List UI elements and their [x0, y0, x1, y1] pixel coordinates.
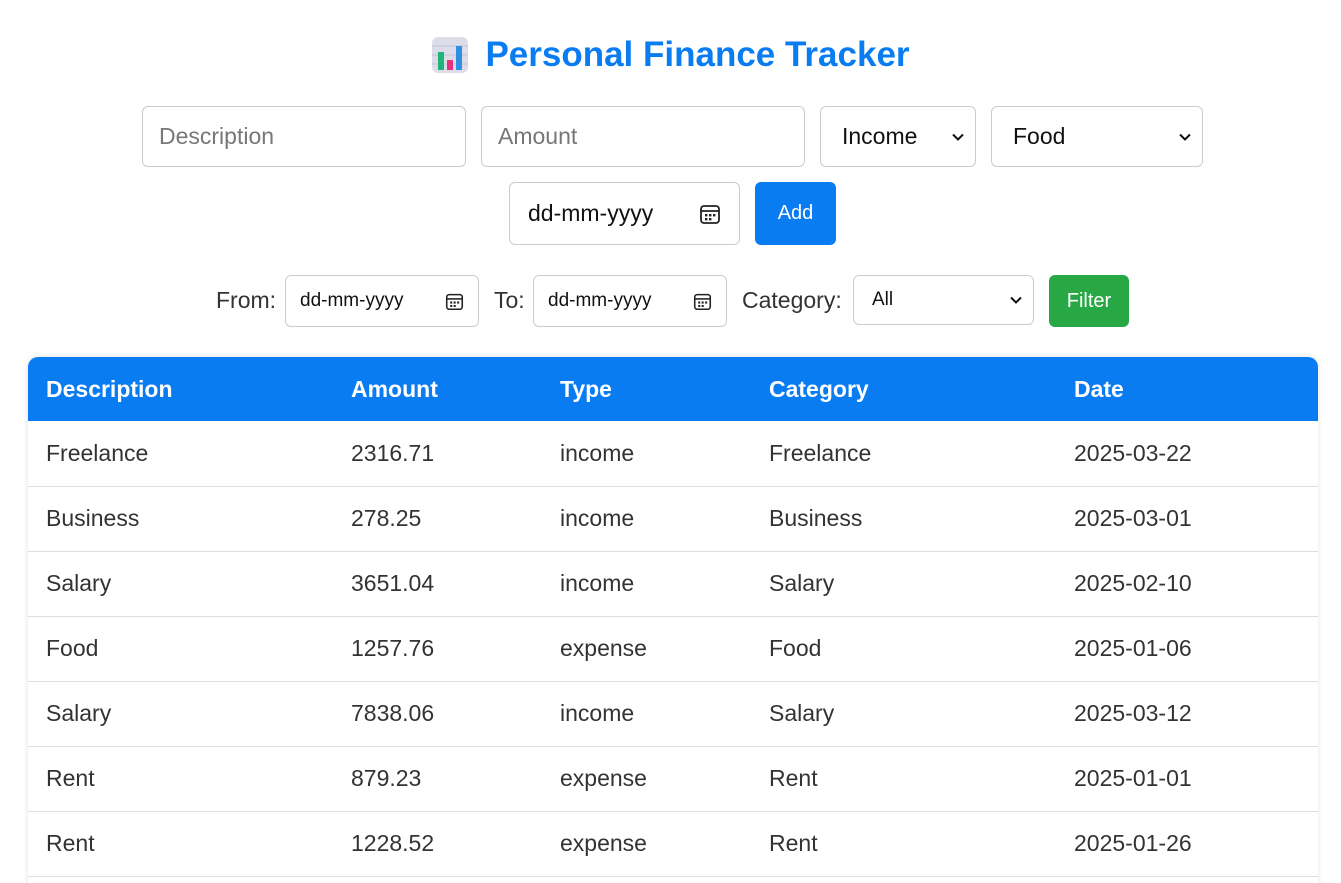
- table-row: Food 1257.76 expense Food 2025-01-06: [28, 616, 1318, 681]
- category-cell: Food: [769, 635, 822, 661]
- description-cell: Freelance: [46, 439, 149, 466]
- column-header-type: Type: [560, 375, 612, 402]
- date-input[interactable]: dd-mm-yyyy: [509, 182, 740, 245]
- table-body: Freelance 2316.71 income Freelance 2025-03-2…: [28, 421, 1318, 876]
- chevron-down-icon: [951, 130, 965, 144]
- from-date-input[interactable]: dd-mm-yyyy: [285, 275, 479, 327]
- amount-cell: 7838.06: [351, 700, 435, 726]
- header: Personal Finance Tracker: [0, 30, 1341, 80]
- amount-cell: 1228.52: [351, 830, 435, 856]
- column-header-category: Category: [769, 375, 869, 402]
- add-button[interactable]: Add: [755, 182, 836, 245]
- to-date-input[interactable]: dd-mm-yyyy: [533, 275, 727, 327]
- type-cell: expense: [560, 830, 647, 856]
- category-cell: Rent: [769, 765, 818, 791]
- date-cell: 2025-03-12: [1074, 700, 1192, 726]
- description-cell: Business: [46, 505, 140, 531]
- column-header-amount: Amount: [351, 375, 438, 402]
- description-cell: Rent: [46, 830, 95, 856]
- date-cell: 2025-01-01: [1074, 765, 1192, 791]
- transactions-table: Description Amount Type Category Date Freela…: [28, 357, 1318, 883]
- table-row: Rent 879.23 expense Rent 2025-01-01: [28, 746, 1318, 811]
- chevron-down-icon: [1178, 130, 1192, 144]
- table-row: Business 278.25 income Business 2025-03-01: [28, 486, 1318, 551]
- type-cell: income: [560, 505, 635, 531]
- table-header-row: Description Amount Type Category Date: [28, 357, 1318, 421]
- date-cell: 2025-01-26: [1074, 830, 1192, 856]
- bar-chart-icon: [431, 36, 469, 74]
- date-input-placeholder: dd-mm-yyyy: [528, 200, 654, 226]
- date-cell: 2025-03-22: [1074, 439, 1192, 466]
- amount-cell: 879.23: [351, 765, 422, 791]
- description-cell: Salary: [46, 700, 112, 726]
- category-filter-label: Category:: [742, 287, 842, 313]
- chevron-down-icon: [1009, 293, 1023, 307]
- category-cell: Salary: [769, 700, 835, 726]
- calendar-icon: [445, 292, 464, 311]
- finance-tracker-page: Personal Finance Tracker Income Food dd-…: [0, 0, 1341, 883]
- category-select[interactable]: Food: [991, 106, 1203, 167]
- category-cell: Freelance: [769, 439, 872, 466]
- type-cell: expense: [560, 765, 647, 791]
- from-date-placeholder: dd-mm-yyyy: [300, 290, 404, 311]
- description-cell: Salary: [46, 570, 112, 596]
- page-title: Personal Finance Tracker: [485, 35, 910, 74]
- type-cell: income: [560, 700, 635, 726]
- table-row: Freelance 2316.71 income Freelance 2025-03-2…: [28, 421, 1318, 486]
- amount-input[interactable]: [481, 106, 805, 167]
- table-row: Salary 7838.06 income Salary 2025-03-12: [28, 681, 1318, 746]
- table-row: Salary 3651.04 income Salary 2025-02-10: [28, 551, 1318, 616]
- amount-cell: 3651.04: [351, 570, 435, 596]
- description-cell: Rent: [46, 765, 95, 791]
- category-cell: Salary: [769, 570, 835, 596]
- category-cell: Rent: [769, 830, 818, 856]
- column-header-date: Date: [1074, 375, 1124, 402]
- date-cell: 2025-01-06: [1074, 635, 1192, 661]
- description-input[interactable]: [142, 106, 466, 167]
- table-row: Rent 1228.52 expense Rent 2025-01-26: [28, 811, 1318, 876]
- from-label: From:: [216, 287, 277, 313]
- category-cell: Business: [769, 505, 863, 531]
- date-cell: 2025-03-01: [1074, 505, 1192, 531]
- calendar-icon: [693, 292, 712, 311]
- category-select-value: Food: [1013, 123, 1066, 149]
- filter-button[interactable]: Filter: [1049, 275, 1129, 327]
- category-filter-value: All: [872, 289, 894, 310]
- type-cell: income: [560, 439, 635, 466]
- amount-cell: 2316.71: [351, 439, 435, 466]
- type-cell: income: [560, 570, 635, 596]
- amount-cell: 278.25: [351, 505, 422, 531]
- category-filter-select[interactable]: All: [853, 275, 1034, 325]
- date-cell: 2025-02-10: [1074, 570, 1192, 596]
- calendar-icon: [699, 203, 721, 225]
- type-select-value: Income: [842, 123, 918, 149]
- amount-cell: 1257.76: [351, 635, 435, 661]
- to-label: To:: [494, 287, 525, 313]
- to-date-placeholder: dd-mm-yyyy: [548, 290, 652, 311]
- description-cell: Food: [46, 635, 99, 661]
- type-select[interactable]: Income: [820, 106, 976, 167]
- column-header-description: Description: [46, 375, 173, 402]
- type-cell: expense: [560, 635, 647, 661]
